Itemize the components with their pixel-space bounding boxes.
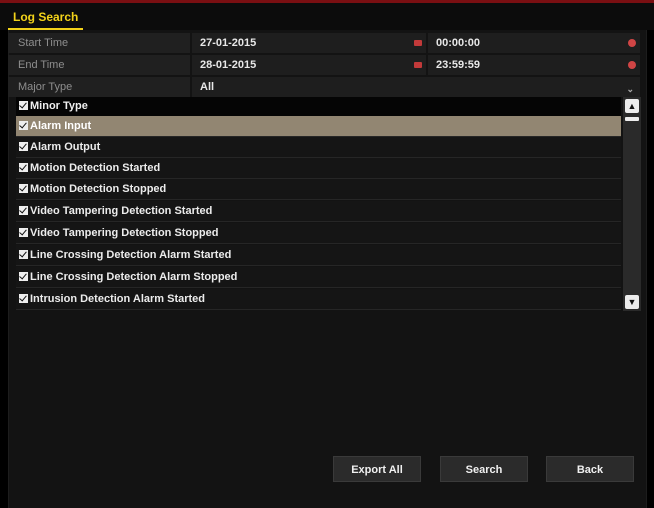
end-time-field[interactable]: 23:59:59: [428, 55, 640, 75]
major-type-select[interactable]: All ⌄: [192, 77, 640, 97]
chevron-down-icon[interactable]: ▼: [625, 295, 639, 309]
list-item[interactable]: Intrusion Detection Alarm Started: [16, 289, 621, 310]
start-time-field[interactable]: 00:00:00: [428, 33, 640, 53]
major-type-label: Major Type: [8, 77, 190, 97]
clock-icon[interactable]: [628, 61, 636, 69]
list-item[interactable]: Motion Detection Started: [16, 158, 621, 179]
list-item[interactable]: Video Tampering Detection Started: [16, 201, 621, 222]
list-item[interactable]: Motion Detection Stopped: [16, 179, 621, 200]
list-item-label: Alarm Input: [30, 120, 92, 132]
list-item-label: Video Tampering Detection Started: [30, 205, 213, 217]
minor-type-header-label: Minor Type: [30, 100, 88, 112]
checkbox-checked-icon[interactable]: [19, 294, 28, 303]
major-type-row: Major Type All ⌄: [8, 77, 640, 97]
scroll-thumb[interactable]: [625, 117, 639, 121]
end-date-value: 28-01-2015: [200, 59, 257, 71]
list-item-label: Motion Detection Started: [30, 162, 161, 174]
list-item-label: Line Crossing Detection Alarm Started: [30, 249, 232, 261]
start-date-value: 27-01-2015: [200, 37, 257, 49]
start-time-value: 00:00:00: [436, 37, 481, 49]
checkbox-checked-icon[interactable]: [19, 184, 28, 193]
tab-log-search[interactable]: Log Search: [8, 8, 84, 30]
checkbox-checked-icon[interactable]: [19, 163, 28, 172]
calendar-icon[interactable]: [414, 62, 422, 68]
checkbox-checked-icon[interactable]: [19, 272, 28, 281]
end-time-row: End Time 28-01-2015 23:59:59: [8, 55, 640, 75]
list-item[interactable]: Alarm Input: [16, 116, 621, 137]
checkbox-checked-icon[interactable]: [19, 142, 28, 151]
checkbox-checked-icon[interactable]: [19, 101, 28, 110]
list-item[interactable]: Line Crossing Detection Alarm Started: [16, 245, 621, 266]
list-item[interactable]: Line Crossing Detection Alarm Stopped: [16, 267, 621, 288]
start-time-row: Start Time 27-01-2015 00:00:00: [8, 33, 640, 53]
end-date-field[interactable]: 28-01-2015: [192, 55, 426, 75]
calendar-icon[interactable]: [414, 40, 422, 46]
search-button[interactable]: Search: [440, 456, 528, 482]
list-item[interactable]: Alarm Output: [16, 137, 621, 158]
list-item-label: Video Tampering Detection Stopped: [30, 227, 219, 239]
chevron-down-icon: ⌄: [626, 84, 634, 94]
checkbox-checked-icon[interactable]: [19, 228, 28, 237]
minor-type-header[interactable]: Minor Type: [16, 97, 621, 116]
clock-icon[interactable]: [628, 39, 636, 47]
checkbox-checked-icon[interactable]: [19, 250, 28, 259]
export-all-button[interactable]: Export All: [333, 456, 421, 482]
end-time-value: 23:59:59: [436, 59, 481, 71]
back-button[interactable]: Back: [546, 456, 634, 482]
checkbox-checked-icon[interactable]: [19, 206, 28, 215]
start-time-label: Start Time: [8, 33, 190, 53]
checkbox-checked-icon[interactable]: [19, 121, 28, 130]
title-bar: Log Search: [0, 0, 654, 30]
major-type-value: All: [200, 81, 215, 93]
list-item-label: Line Crossing Detection Alarm Stopped: [30, 271, 238, 283]
start-date-field[interactable]: 27-01-2015: [192, 33, 426, 53]
minor-type-list: Minor Type Alarm Input Alarm Output Moti…: [16, 97, 641, 311]
list-item-label: Alarm Output: [30, 141, 101, 153]
list-item-label: Intrusion Detection Alarm Started: [30, 293, 206, 305]
end-time-label: End Time: [8, 55, 190, 75]
chevron-up-icon[interactable]: ▲: [625, 99, 639, 113]
scrollbar[interactable]: ▲ ▼: [623, 97, 641, 311]
list-item-label: Motion Detection Stopped: [30, 183, 167, 195]
list-item[interactable]: Video Tampering Detection Stopped: [16, 223, 621, 244]
